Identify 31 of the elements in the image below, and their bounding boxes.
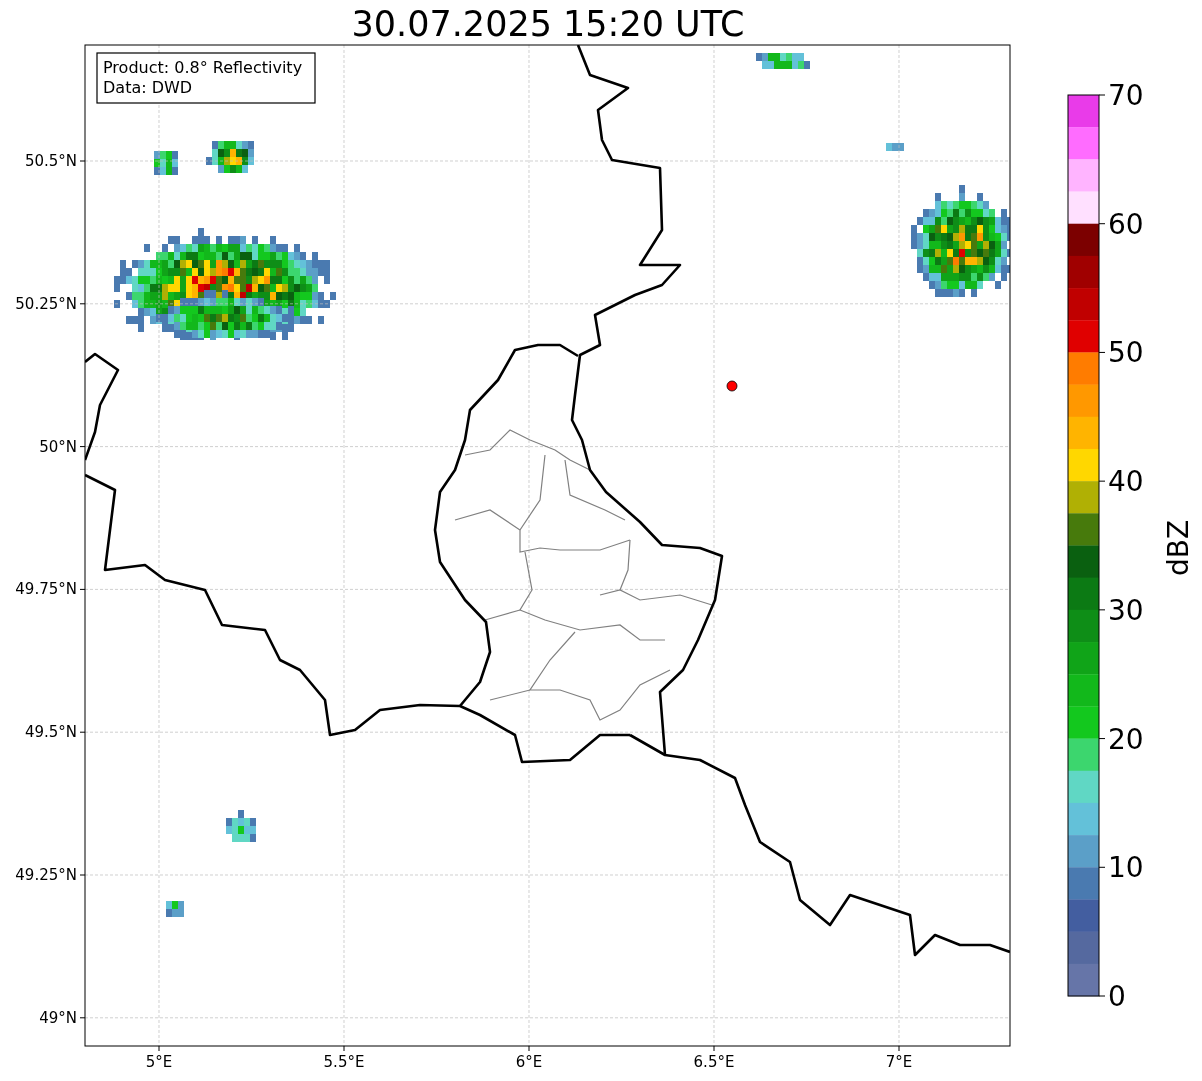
latitude-label: 50.5°N [24,152,77,170]
chart-title: 30.07.2025 15:20 UTC [351,4,745,44]
radar-echo [226,810,256,842]
longitude-label: 6.5°E [693,1053,735,1071]
latitude-label: 50°N [39,437,77,456]
colorbar-tick-label: 0 [1108,980,1126,1013]
colorbar-tick-label: 20 [1108,722,1144,756]
radar-site-marker [726,380,738,392]
longitude-label: 5.5°E [323,1053,365,1071]
colorbar-tick-label: 70 [1108,79,1144,112]
longitude-label: 7°E [885,1053,913,1071]
latitude-label: 49°N [39,1008,77,1027]
radar-echo [886,143,904,151]
radar-echo [154,151,178,175]
latitude-label: 49.25°N [15,866,77,884]
info-text: Product: 0.8° Reflectivity [103,58,303,77]
colorbar-tick-label: 40 [1108,465,1144,499]
latitude-label: 50.25°N [15,294,77,313]
radar-echo [756,53,810,69]
radar-echo [166,901,184,917]
latitude-label: 49.5°N [24,723,77,742]
colorbar-tick-label: 50 [1108,336,1144,370]
longitude-label: 5°E [145,1053,173,1071]
longitude-label: 6°E [515,1053,543,1071]
info-text: Data: DWD [103,78,193,97]
colorbar-label: dBZ [1162,519,1195,577]
latitude-label: 49.75°N [15,580,77,599]
colorbar-tick-label: 10 [1108,851,1144,885]
colorbar-tick-label: 60 [1108,207,1144,241]
colorbar-tick-label: 30 [1108,593,1144,627]
radar-echo [206,141,254,173]
